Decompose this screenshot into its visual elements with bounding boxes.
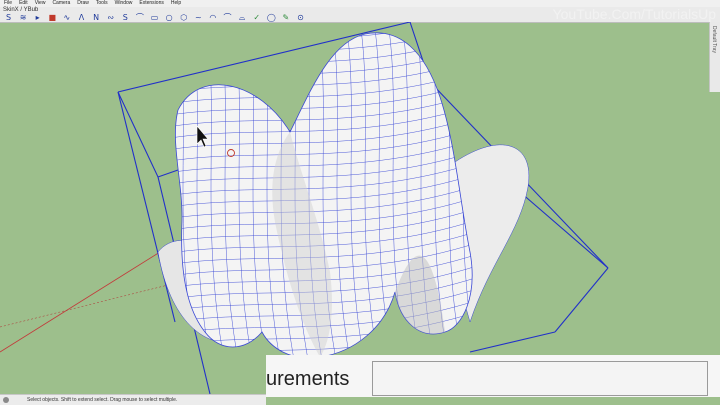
viewport-canvas[interactable]	[0, 21, 709, 395]
tray-label: Default Tray	[711, 26, 717, 53]
menu-item-file[interactable]: File	[4, 0, 12, 7]
status-info-icon	[3, 397, 9, 403]
menu-item-window[interactable]: Window	[115, 0, 133, 7]
measurements-label: urements	[266, 368, 350, 390]
stop-icon[interactable]: ■	[48, 13, 57, 22]
polygon-icon[interactable]: ⬡	[179, 13, 188, 22]
polyline-icon[interactable]: Λ	[77, 13, 86, 22]
bezier-icon[interactable]: ∿	[62, 13, 71, 22]
curve2-icon[interactable]: ⌒	[223, 13, 232, 22]
menu-item-extensions[interactable]: Extensions	[139, 0, 163, 7]
surface-icon[interactable]: ≋	[19, 13, 28, 22]
paint-icon[interactable]: ✎	[281, 13, 290, 22]
lasso-icon[interactable]: ⊙	[296, 13, 305, 22]
status-bar: Select objects. Shift to extend select. …	[0, 394, 266, 405]
circle2-icon[interactable]: ◯	[267, 13, 276, 22]
check-icon[interactable]: ✓	[252, 13, 261, 22]
curve3-icon[interactable]: ⌓	[238, 13, 247, 22]
arc2-icon[interactable]: ◠	[208, 13, 217, 22]
menu-item-edit[interactable]: Edit	[19, 0, 28, 7]
measurements-panel: urements	[266, 355, 720, 397]
red-axis	[0, 251, 161, 353]
mesh-line-v	[175, 32, 473, 64]
menu-item-camera[interactable]: Camera	[52, 0, 70, 7]
rect-icon[interactable]: ▭	[150, 13, 159, 22]
mesh-line-v	[175, 32, 473, 53]
arc-icon[interactable]: ⌒	[135, 13, 144, 22]
default-tray[interactable]: Default Tray	[709, 22, 720, 92]
3d-viewport[interactable]	[0, 21, 709, 395]
curve-icon[interactable]: ∾	[106, 13, 115, 22]
menu-item-help[interactable]: Help	[171, 0, 181, 7]
cursor-icon[interactable]: ▸	[33, 13, 42, 22]
circle-icon[interactable]: ○	[165, 13, 174, 22]
mesh-line-v	[175, 34, 473, 76]
measurements-input[interactable]	[372, 361, 708, 396]
wave-icon[interactable]: N	[92, 13, 101, 22]
menu-item-tools[interactable]: Tools	[96, 0, 108, 7]
spline-icon[interactable]: S	[121, 13, 130, 22]
menu-item-draw[interactable]: Draw	[77, 0, 89, 7]
watermark-text: YouTube.Com/TutorialsUp	[552, 6, 716, 22]
skin-icon[interactable]: S	[4, 13, 13, 22]
freehand-icon[interactable]: ~	[194, 13, 203, 22]
menu-item-view[interactable]: View	[35, 0, 46, 7]
mesh-line-u	[150, 22, 175, 394]
